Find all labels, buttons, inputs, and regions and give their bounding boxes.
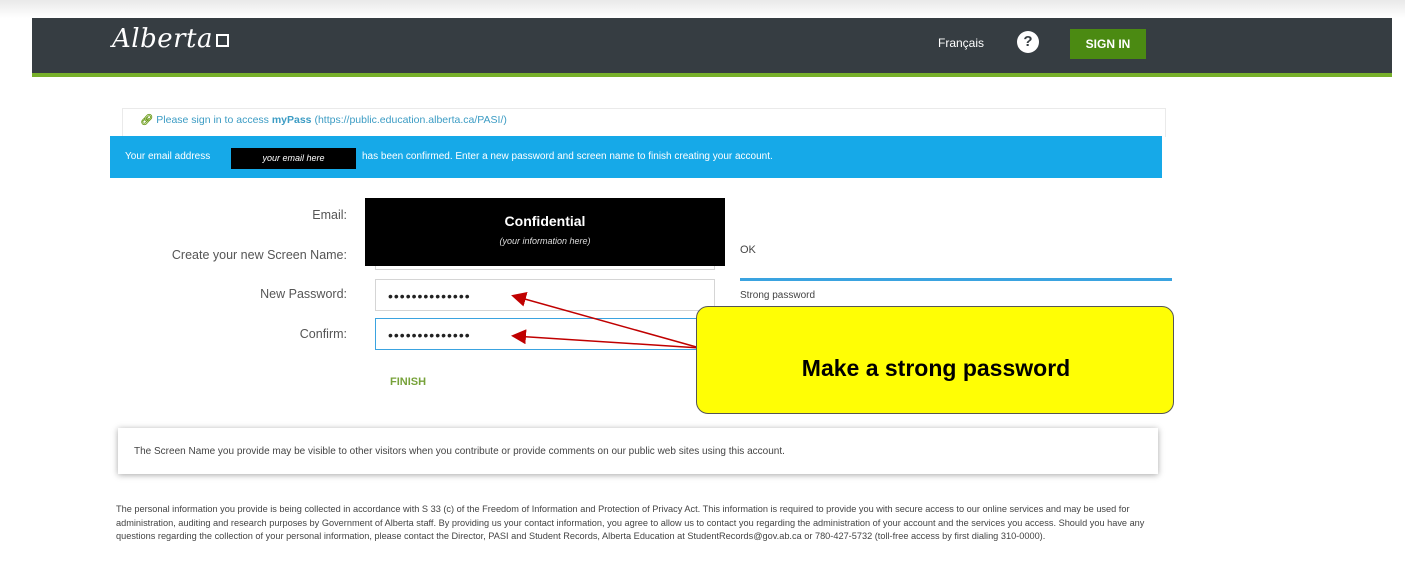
- arrow-to-confirm: [511, 329, 701, 349]
- annotation-arrows: [511, 292, 701, 349]
- privacy-statement: The personal information you provide is …: [116, 504, 1145, 541]
- strong-password-callout: Make a strong password: [696, 306, 1174, 414]
- info-box-text: The Screen Name you provide may be visib…: [134, 446, 785, 457]
- arrow-to-new-password: [511, 292, 701, 349]
- callout-text: Make a strong password: [801, 355, 1071, 381]
- screen-name-info-box: The Screen Name you provide may be visib…: [118, 428, 1158, 474]
